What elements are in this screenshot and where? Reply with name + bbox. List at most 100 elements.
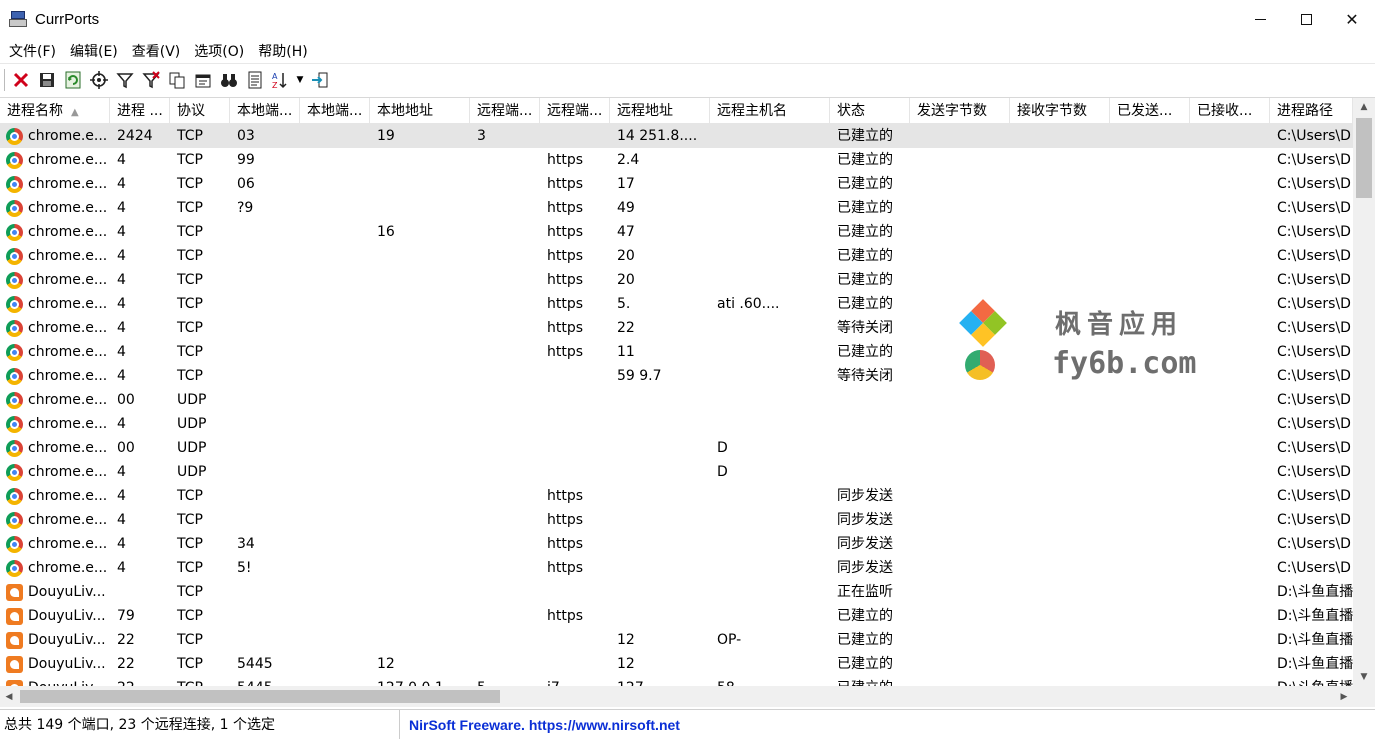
column-header[interactable]: 协议 xyxy=(170,98,230,124)
table-row[interactable]: chrome.e... 4 TCP 06 https 17 已建立的 C:\Users\D xyxy=(0,172,1353,196)
copy-button[interactable] xyxy=(165,68,188,92)
properties-button[interactable] xyxy=(191,68,214,92)
scroll-left-icon[interactable]: ◀ xyxy=(0,686,18,707)
cell-rport xyxy=(470,484,540,508)
cell-sent xyxy=(910,340,1010,364)
cell-state: 已建立的 xyxy=(837,608,893,624)
vertical-scrollbar[interactable]: ▲ ▼ xyxy=(1353,98,1375,686)
column-header[interactable]: 进程名称 ▲ xyxy=(0,98,110,124)
table-row[interactable]: chrome.e... 00 UDP D C:\Users\D xyxy=(0,436,1353,460)
menu-edit[interactable]: 编辑(E) xyxy=(63,41,125,61)
table-row[interactable]: chrome.e... 4 TCP https 同步发送 C:\Users\D xyxy=(0,484,1353,508)
column-header[interactable]: 发送字节数 xyxy=(910,98,1010,124)
table-row[interactable]: DouyuLiv... 22 TCP 12 OP- 已建立的 D:\斗鱼直播 xyxy=(0,628,1353,652)
menu-options[interactable]: 选项(O) xyxy=(187,41,251,61)
close-connection-button[interactable] xyxy=(9,68,32,92)
refresh-button[interactable] xyxy=(61,68,84,92)
column-header[interactable]: 接收字节数 xyxy=(1010,98,1110,124)
scroll-up-icon[interactable]: ▲ xyxy=(1353,98,1375,116)
table-row[interactable]: DouyuLiv... 79 TCP https 已建立的 D:\斗鱼直播 xyxy=(0,604,1353,628)
column-header[interactable]: 远程端... xyxy=(470,98,540,124)
table-row[interactable]: chrome.e... 4 TCP https 22 等待关闭 C:\Users\D xyxy=(0,316,1353,340)
cell-sentp xyxy=(1110,532,1190,556)
cell-path: C:\Users\D xyxy=(1277,296,1351,312)
column-header[interactable]: 进程 ... xyxy=(110,98,170,124)
cell-pid: 4 xyxy=(117,488,126,504)
cell-state: 正在监听 xyxy=(837,584,893,600)
table-row[interactable]: chrome.e... 4 TCP ?9 https 49 已建立的 C:\Users\D xyxy=(0,196,1353,220)
column-header[interactable]: 已发送... xyxy=(1110,98,1190,124)
exit-button[interactable] xyxy=(308,68,331,92)
find-button[interactable] xyxy=(217,68,240,92)
menu-view[interactable]: 查看(V) xyxy=(125,41,188,61)
vertical-scroll-thumb[interactable] xyxy=(1356,118,1372,198)
horizontal-scroll-thumb[interactable] xyxy=(20,690,500,703)
menu-help[interactable]: 帮助(H) xyxy=(251,41,314,61)
cell-laddr: 16 xyxy=(377,224,395,240)
cell-laddr xyxy=(370,148,470,172)
table-row[interactable]: chrome.e... 4 TCP https 5. ati .60.... 已建立的 C:\… xyxy=(0,292,1353,316)
html-report-button[interactable] xyxy=(243,68,266,92)
menu-file[interactable]: 文件(F) xyxy=(2,41,63,61)
column-header[interactable]: 进程路径 xyxy=(1270,98,1353,124)
column-header[interactable]: 本地地址 xyxy=(370,98,470,124)
table-row[interactable]: chrome.e... 4 TCP https 20 已建立的 C:\Users\D xyxy=(0,244,1353,268)
cell-laddr xyxy=(370,460,470,484)
column-header[interactable]: 远程地址 xyxy=(610,98,710,124)
horizontal-scrollbar[interactable]: ◀ ▶ xyxy=(0,686,1353,707)
table-row[interactable]: chrome.e... 4 TCP 34 https 同步发送 C:\Users\D xyxy=(0,532,1353,556)
sort-az-icon: AZ xyxy=(272,72,287,89)
maximize-button[interactable] xyxy=(1283,0,1329,38)
cell-rname xyxy=(540,412,610,436)
column-header[interactable]: 远程端... xyxy=(540,98,610,124)
cell-recv xyxy=(1010,196,1110,220)
chrome-icon xyxy=(6,127,23,145)
filter-button[interactable] xyxy=(113,68,136,92)
cell-sentp xyxy=(1110,172,1190,196)
column-header[interactable]: 状态 xyxy=(830,98,910,124)
table-row[interactable]: chrome.e... 4 TCP https 20 已建立的 C:\Users\D xyxy=(0,268,1353,292)
clear-filter-button[interactable] xyxy=(139,68,162,92)
cell-state: 已建立的 xyxy=(837,224,893,240)
table-row[interactable]: chrome.e... 4 TCP 5! https 同步发送 C:\Users\D xyxy=(0,556,1353,580)
floppy-disk-icon xyxy=(39,72,54,87)
table-row[interactable]: chrome.e... 2424 TCP 03 19 3 14 251.8.... 已建立的 C… xyxy=(0,124,1353,148)
cell-raddr xyxy=(610,412,710,436)
target-button[interactable] xyxy=(87,68,110,92)
minimize-button[interactable] xyxy=(1237,0,1283,38)
sort-button[interactable]: AZ xyxy=(269,68,292,92)
cell-sent xyxy=(910,292,1010,316)
cell-raddr xyxy=(610,484,710,508)
cell-lport: ?9 xyxy=(237,200,254,216)
close-button[interactable]: ✕ xyxy=(1329,0,1375,38)
table-row[interactable]: chrome.e... 4 TCP https 同步发送 C:\Users\D xyxy=(0,508,1353,532)
table-row[interactable]: chrome.e... 4 TCP 59 9.7 等待关闭 C:\Users\D xyxy=(0,364,1353,388)
column-header[interactable]: 本地端... xyxy=(300,98,370,124)
cell-recv xyxy=(1010,532,1110,556)
column-header[interactable]: 远程主机名 xyxy=(710,98,830,124)
table-row[interactable]: DouyuLiv... 22 TCP 5445 12 12 已建立的 D:\斗鱼直播 xyxy=(0,652,1353,676)
cell-lname xyxy=(300,652,370,676)
table-row[interactable]: chrome.e... 4 UDP C:\Users\D xyxy=(0,412,1353,436)
column-header-label: 接收字节数 xyxy=(1017,103,1087,119)
nirsoft-link[interactable]: NirSoft Freeware. https://www.nirsoft.ne… xyxy=(400,717,680,733)
table-row[interactable]: chrome.e... 4 TCP https 11 已建立的 C:\Users\D xyxy=(0,340,1353,364)
sort-dropdown-button[interactable]: ▼ xyxy=(295,68,305,92)
table-row[interactable]: DouyuLiv... TCP 正在监听 D:\斗鱼直播 xyxy=(0,580,1353,604)
cell-rhost xyxy=(710,580,830,604)
table-row[interactable]: chrome.e... 4 TCP 16 https 47 已建立的 C:\Users\D xyxy=(0,220,1353,244)
column-header[interactable]: 本地端... xyxy=(230,98,300,124)
filter-clear-icon xyxy=(141,70,160,88)
save-button[interactable] xyxy=(35,68,58,92)
column-header[interactable]: 已接收... xyxy=(1190,98,1270,124)
cell-proto: TCP xyxy=(177,320,203,336)
table-row[interactable]: chrome.e... 00 UDP C:\Users\D xyxy=(0,388,1353,412)
table-row[interactable]: chrome.e... 4 TCP 99 https 2.4 已建立的 C:\Users\D xyxy=(0,148,1353,172)
table-row[interactable]: DouyuLiv... 22TCP5445 127.0.0.15i7127 58已建… xyxy=(0,676,1353,686)
cell-sentp xyxy=(1110,316,1190,340)
scroll-down-icon[interactable]: ▼ xyxy=(1353,668,1375,686)
column-header-label: 远程主机名 xyxy=(717,103,787,119)
scroll-right-icon[interactable]: ▶ xyxy=(1335,686,1353,707)
cell-sentp xyxy=(1110,556,1190,580)
table-row[interactable]: chrome.e... 4 UDP D C:\Users\D xyxy=(0,460,1353,484)
